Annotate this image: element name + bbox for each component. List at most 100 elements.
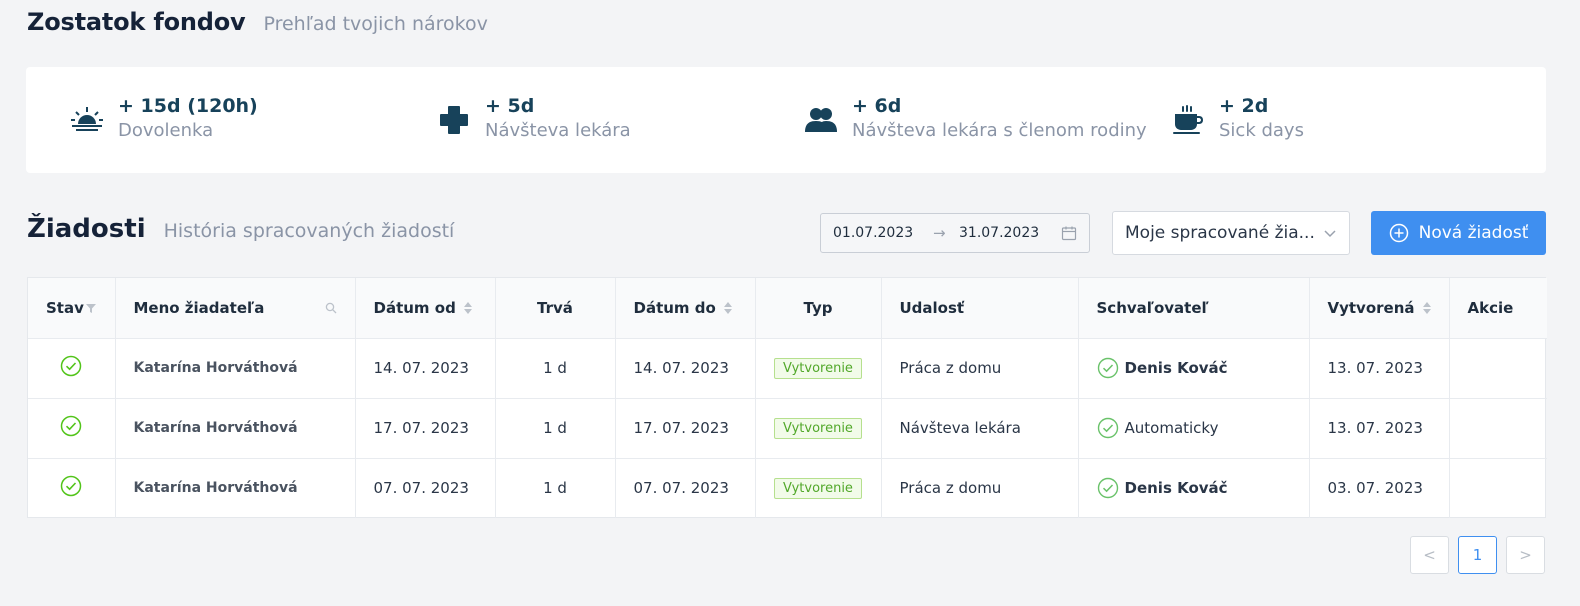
approver-cell: Automaticky bbox=[1078, 398, 1310, 459]
check-circle-icon bbox=[1097, 417, 1119, 439]
duration-cell: 1 d bbox=[495, 398, 616, 459]
date-to-cell: 14. 07. 2023 bbox=[615, 338, 756, 399]
requester-name: Katarína Horváthová bbox=[115, 398, 356, 459]
balance-label: Návšteva lekára bbox=[485, 120, 631, 141]
approver-name: Denis Kováč bbox=[1124, 359, 1228, 377]
requests-subtitle: História spracovaných žiadostí bbox=[163, 220, 455, 242]
coffee-cup-icon bbox=[1171, 103, 1205, 137]
table-row[interactable]: Katarína Horváthová 14. 07. 2023 1 d 14.… bbox=[28, 338, 1547, 399]
type-cell: Vytvorenie bbox=[755, 398, 882, 459]
balance-item-family-doctor: + 6d Návšteva lekára s členom rodiny bbox=[804, 93, 1147, 143]
duration-cell: 1 d bbox=[495, 338, 616, 399]
chevron-left-icon: < bbox=[1423, 546, 1436, 564]
balance-value: + 5d bbox=[485, 95, 535, 117]
created-cell: 13. 07. 2023 bbox=[1309, 338, 1450, 399]
column-header-actions: Akcie bbox=[1449, 278, 1547, 339]
date-range-picker[interactable]: 01.07.2023 → 31.07.2023 bbox=[820, 213, 1090, 253]
balance-value: + 2d bbox=[1219, 95, 1269, 117]
column-header-created[interactable]: Vytvorená bbox=[1309, 278, 1450, 339]
requests-table: Stav Meno žiadateľa Dátum od Trvá Dátum … bbox=[27, 277, 1547, 518]
duration-cell: 1 d bbox=[495, 458, 616, 518]
event-cell: Návšteva lekára bbox=[881, 398, 1079, 459]
status-cell bbox=[28, 338, 116, 399]
column-header-date-from[interactable]: Dátum od bbox=[355, 278, 496, 339]
check-circle-icon bbox=[1097, 477, 1119, 499]
column-header-approver: Schvaľovateľ bbox=[1078, 278, 1310, 339]
created-cell: 03. 07. 2023 bbox=[1309, 458, 1450, 518]
date-to-cell: 17. 07. 2023 bbox=[615, 398, 756, 459]
balance-item-sick-days: + 2d Sick days bbox=[1171, 93, 1304, 143]
plus-circle-icon bbox=[1389, 223, 1409, 243]
balance-label: Návšteva lekára s členom rodiny bbox=[852, 120, 1147, 141]
date-from-cell: 07. 07. 2023 bbox=[355, 458, 496, 518]
column-header-date-to[interactable]: Dátum do bbox=[615, 278, 756, 339]
approver-cell: Denis Kováč bbox=[1078, 458, 1310, 518]
approver-cell: Denis Kováč bbox=[1078, 338, 1310, 399]
actions-cell bbox=[1449, 398, 1547, 459]
type-tag: Vytvorenie bbox=[774, 417, 862, 439]
calendar-icon[interactable] bbox=[1061, 225, 1077, 241]
page-header: Zostatok fondov Prehľad tvojich nárokov bbox=[27, 8, 488, 36]
type-cell: Vytvorenie bbox=[755, 458, 882, 518]
table-row[interactable]: Katarína Horváthová 17. 07. 2023 1 d 17.… bbox=[28, 398, 1547, 459]
date-from-cell: 14. 07. 2023 bbox=[355, 338, 496, 399]
balance-label: Dovolenka bbox=[118, 120, 214, 141]
requester-name: Katarína Horváthová bbox=[115, 338, 356, 399]
requests-title: Žiadosti bbox=[27, 214, 146, 244]
new-request-button[interactable]: Nová žiadosť bbox=[1371, 211, 1546, 255]
table-header-row: Stav Meno žiadateľa Dátum od Trvá Dátum … bbox=[28, 278, 1547, 339]
page-subtitle: Prehľad tvojich nárokov bbox=[263, 13, 488, 35]
column-header-type: Typ bbox=[755, 278, 882, 339]
type-cell: Vytvorenie bbox=[755, 338, 882, 399]
balance-value: + 6d bbox=[852, 95, 902, 117]
date-to-cell: 07. 07. 2023 bbox=[615, 458, 756, 518]
chevron-right-icon: > bbox=[1519, 546, 1532, 564]
column-header-requester[interactable]: Meno žiadateľa bbox=[115, 278, 356, 339]
request-filter-value: Moje spracované žia... bbox=[1125, 223, 1315, 243]
check-circle-icon bbox=[1097, 357, 1119, 379]
approver-name: Denis Kováč bbox=[1124, 479, 1228, 498]
actions-cell bbox=[1449, 458, 1547, 518]
column-header-duration: Trvá bbox=[495, 278, 616, 339]
people-icon bbox=[804, 103, 838, 137]
balance-item-doctor: + 5d Návšteva lekára bbox=[437, 93, 631, 143]
table-row[interactable]: Katarína Horváthová 07. 07. 2023 1 d 07.… bbox=[28, 458, 1547, 518]
new-request-label: Nová žiadosť bbox=[1418, 223, 1529, 243]
balance-value: + 15d (120h) bbox=[118, 95, 258, 117]
check-circle-icon bbox=[60, 475, 82, 497]
date-from-input[interactable]: 01.07.2023 bbox=[833, 225, 933, 241]
created-cell: 13. 07. 2023 bbox=[1309, 398, 1450, 459]
sort-icon[interactable] bbox=[723, 301, 732, 314]
requester-name: Katarína Horváthová bbox=[115, 458, 356, 518]
medical-cross-icon bbox=[437, 103, 471, 137]
date-from-cell: 17. 07. 2023 bbox=[355, 398, 496, 459]
type-tag: Vytvorenie bbox=[774, 357, 862, 379]
event-cell: Práca z domu bbox=[881, 458, 1079, 518]
type-tag: Vytvorenie bbox=[774, 477, 862, 499]
event-cell: Práca z domu bbox=[881, 338, 1079, 399]
arrow-right-icon: → bbox=[933, 224, 946, 242]
sunrise-icon bbox=[70, 103, 104, 137]
status-cell bbox=[28, 398, 116, 459]
balance-item-vacation: + 15d (120h) Dovolenka bbox=[70, 93, 258, 143]
page-number: 1 bbox=[1472, 546, 1483, 564]
chevron-down-icon bbox=[1323, 226, 1337, 240]
search-icon[interactable] bbox=[325, 302, 337, 314]
column-header-status[interactable]: Stav bbox=[28, 278, 116, 339]
check-circle-icon bbox=[60, 415, 82, 437]
pagination-page-1[interactable]: 1 bbox=[1458, 536, 1497, 574]
request-filter-select[interactable]: Moje spracované žia... bbox=[1112, 211, 1350, 255]
date-to-input[interactable]: 31.07.2023 bbox=[959, 225, 1059, 241]
pagination-next-button[interactable]: > bbox=[1506, 536, 1545, 574]
balance-label: Sick days bbox=[1219, 120, 1304, 141]
requests-header: Žiadosti História spracovaných žiadostí bbox=[27, 214, 454, 244]
filter-icon[interactable] bbox=[85, 302, 97, 314]
balance-card: + 15d (120h) Dovolenka + 5d Návšteva lek… bbox=[26, 67, 1546, 173]
pagination-prev-button[interactable]: < bbox=[1410, 536, 1449, 574]
column-header-event: Udalosť bbox=[881, 278, 1079, 339]
sort-icon[interactable] bbox=[463, 301, 472, 314]
status-cell bbox=[28, 458, 116, 518]
sort-icon[interactable] bbox=[1422, 301, 1431, 314]
approver-name: Automaticky bbox=[1124, 419, 1219, 437]
actions-cell bbox=[1449, 338, 1547, 399]
